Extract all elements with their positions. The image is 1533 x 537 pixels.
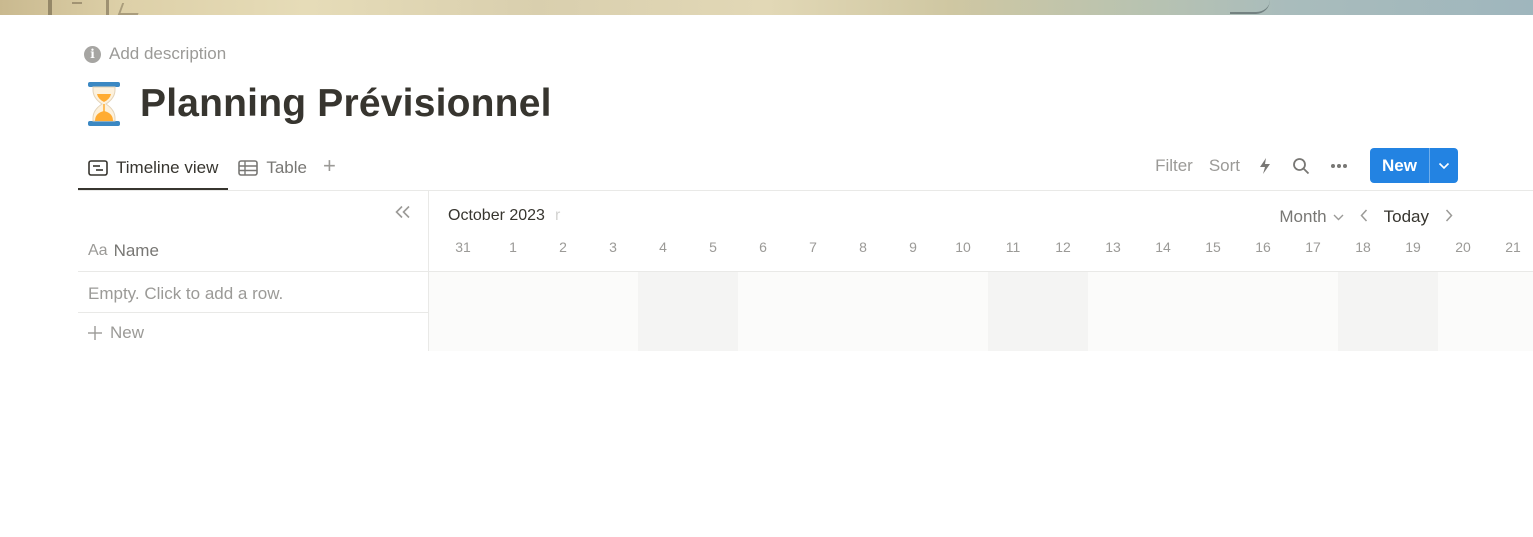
more-options-button[interactable] — [1320, 148, 1358, 183]
lightning-icon — [1260, 157, 1271, 174]
page-title-row: Planning Prévisionnel — [84, 78, 552, 130]
day-label: 9 — [909, 239, 917, 255]
next-month-label: r — [554, 207, 561, 224]
new-options-dropdown[interactable] — [1429, 148, 1458, 183]
new-row-button[interactable]: New — [88, 323, 144, 343]
scale-select[interactable]: Month — [1279, 207, 1344, 227]
day-label: 14 — [1155, 239, 1171, 255]
timeline-table-pane: Aa Name Empty. Click to add a row. New — [78, 191, 428, 351]
day-label: 10 — [955, 239, 971, 255]
previous-button[interactable] — [1360, 207, 1368, 227]
add-description[interactable]: i Add description — [84, 43, 226, 65]
day-label: 15 — [1205, 239, 1221, 255]
timeline-icon — [88, 160, 108, 176]
text-property-icon: Aa — [88, 242, 108, 259]
search-icon — [1293, 157, 1310, 174]
tab-table[interactable]: Table — [228, 148, 317, 188]
plus-icon: + — [322, 153, 336, 178]
cover-detail — [48, 0, 52, 15]
next-button[interactable] — [1445, 207, 1453, 227]
day-label: 17 — [1305, 239, 1321, 255]
day-label: 31 — [455, 239, 471, 255]
day-label: 21 — [1505, 239, 1521, 255]
day-label: 1 — [509, 239, 517, 255]
day-label: 20 — [1455, 239, 1471, 255]
add-view-button[interactable]: + — [317, 148, 342, 184]
today-button[interactable]: Today — [1384, 207, 1429, 227]
scale-label: Month — [1279, 207, 1327, 226]
view-tabs: Timeline view Table + — [78, 148, 342, 190]
day-label: 13 — [1105, 239, 1121, 255]
day-label: 19 — [1405, 239, 1421, 255]
day-label: 5 — [709, 239, 717, 255]
tab-timeline-view[interactable]: Timeline view — [78, 148, 229, 190]
day-label: 16 — [1255, 239, 1271, 255]
page-title[interactable]: Planning Prévisionnel — [140, 82, 552, 126]
chevron-right-icon — [1445, 209, 1453, 222]
divider — [429, 271, 1533, 272]
name-column-header[interactable]: Aa Name — [88, 241, 159, 261]
current-month: October 2023 — [448, 207, 545, 224]
day-label: 7 — [809, 239, 817, 255]
empty-row-placeholder[interactable]: Empty. Click to add a row. — [88, 284, 283, 304]
new-button[interactable]: New — [1370, 148, 1429, 183]
day-label: 8 — [859, 239, 867, 255]
day-label: 6 — [759, 239, 767, 255]
weekend-column — [1338, 272, 1438, 351]
chevron-down-icon — [1438, 162, 1450, 169]
day-label: 11 — [1005, 239, 1021, 255]
database-toolbar: Filter Sort New — [1147, 148, 1458, 183]
table-icon — [238, 160, 259, 176]
chevron-left-icon — [1360, 209, 1367, 222]
filter-button[interactable]: Filter — [1147, 148, 1201, 183]
month-label: October 2023 r — [448, 207, 560, 225]
cover-detail — [117, 3, 143, 15]
day-label: 4 — [659, 239, 667, 255]
cover-detail — [1230, 0, 1270, 14]
day-label: 2 — [559, 239, 567, 255]
day-label: 18 — [1355, 239, 1371, 255]
collapse-table-button[interactable] — [394, 205, 412, 224]
add-description-label: Add description — [109, 44, 227, 63]
divider — [78, 312, 428, 313]
weekend-column — [988, 272, 1088, 351]
tab-label: Table — [266, 158, 307, 177]
new-button-group: New — [1370, 148, 1458, 183]
page-cover-image[interactable] — [0, 0, 1533, 15]
day-label: 12 — [1055, 239, 1071, 255]
automation-button[interactable] — [1248, 148, 1282, 183]
tab-label: Timeline view — [116, 158, 219, 177]
hourglass-icon[interactable] — [84, 80, 124, 128]
new-row-label: New — [110, 323, 145, 342]
name-column-label: Name — [113, 241, 159, 260]
search-button[interactable] — [1282, 148, 1320, 183]
weekend-column — [638, 272, 738, 351]
timeline-controls: Month Today — [1279, 207, 1453, 227]
divider — [78, 271, 428, 272]
info-icon: i — [84, 45, 101, 63]
cover-detail — [72, 2, 82, 10]
cover-detail — [106, 0, 109, 15]
day-label: 3 — [609, 239, 617, 255]
sort-button[interactable]: Sort — [1201, 148, 1248, 183]
timeline-pane: October 2023 r Month Today 31 1 2 3 4 5 6 7 8 9 10… — [429, 191, 1533, 351]
plus-icon — [88, 326, 102, 340]
day-header-row: 31 1 2 3 4 5 6 7 8 9 10 11 12 13 14 15 16 17 18 19 20 21 — [429, 239, 1533, 259]
more-icon — [1331, 163, 1348, 168]
double-chevron-left-icon — [395, 205, 410, 219]
chevron-down-icon — [1333, 214, 1344, 220]
